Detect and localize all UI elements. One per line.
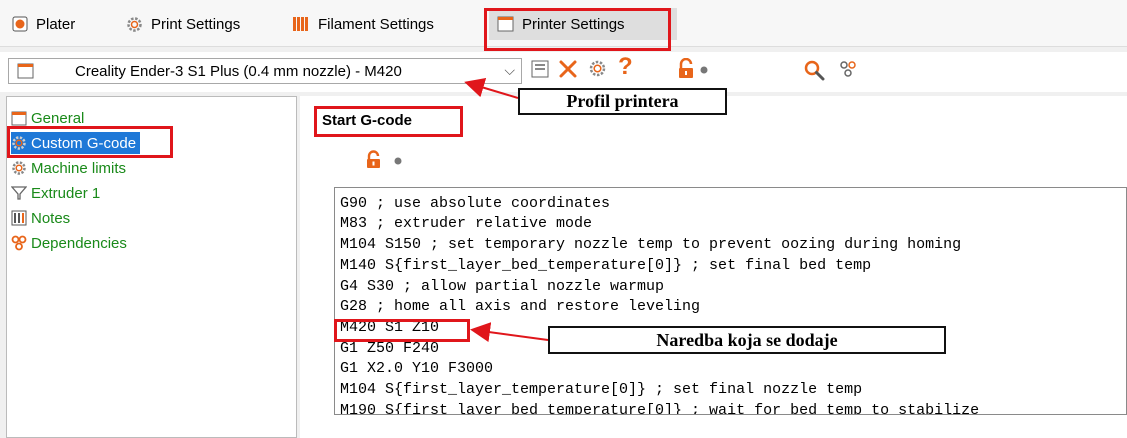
code-line: M140 S{first_layer_bed_temperature[0]} ;…	[340, 257, 872, 274]
code-line: M104 S150 ; set temporary nozzle temp to…	[340, 236, 962, 253]
settings-icon[interactable]	[838, 59, 858, 79]
printer-icon	[11, 111, 27, 126]
code-line: M83 ; extruder relative mode	[340, 215, 593, 232]
code-line: M190 S{first_layer_bed_temperature[0]} ;…	[340, 402, 980, 415]
code-line: G90 ; use absolute coordinates	[340, 195, 611, 212]
gear-icon	[11, 160, 27, 176]
notes-icon	[11, 210, 27, 226]
tab-label: Filament Settings	[318, 15, 434, 33]
start-gcode-highlight	[314, 106, 463, 137]
tab-print-settings[interactable]: Print Settings	[118, 8, 248, 40]
printer-icon	[17, 63, 34, 79]
tree-item-label: Machine limits	[31, 159, 127, 177]
tab-label: Print Settings	[151, 15, 241, 33]
compare-icon[interactable]	[588, 59, 607, 78]
start-gcode-editor[interactable]: G90 ; use absolute coordinates M83 ; ext…	[334, 187, 1127, 415]
code-line: G28 ; home all axis and restore leveling	[340, 298, 701, 315]
printer-preset-select[interactable]: Creality Ender-3 S1 Plus (0.4 mm nozzle)…	[8, 58, 522, 84]
save-icon[interactable]	[531, 60, 549, 78]
tree-item-label: Notes	[31, 209, 71, 227]
dependencies-icon	[11, 235, 27, 251]
funnel-icon	[11, 185, 27, 201]
tab-label: Plater	[36, 15, 76, 33]
help-icon[interactable]: ?	[618, 53, 633, 81]
printer-settings-highlight	[484, 8, 671, 51]
code-line: G1 X2.0 Y10 F3000	[340, 360, 494, 377]
code-line: M104 S{first_layer_temperature[0]} ; set…	[340, 381, 863, 398]
command-callout: Naredba koja se dodaje	[548, 326, 946, 354]
code-line: G4 S30 ; allow partial nozzle warmup	[340, 278, 665, 295]
m420-command-highlight	[334, 319, 470, 342]
print-settings-gear-icon	[126, 16, 143, 33]
dot-icon	[700, 66, 708, 74]
filament-icon	[292, 16, 310, 32]
delete-icon[interactable]	[557, 58, 579, 80]
tree-item-label: Extruder 1	[31, 184, 101, 202]
tree-item-machine-limits[interactable]: Machine limits	[11, 157, 126, 179]
tree-item-label: General	[31, 109, 85, 127]
lock-icon[interactable]	[677, 58, 695, 80]
tree-item-extruder-1[interactable]: Extruder 1	[11, 182, 100, 204]
code-line: G1 Z50 F240	[340, 340, 440, 357]
preset-name: Creality Ender-3 S1 Plus (0.4 mm nozzle)…	[75, 63, 402, 80]
tab-filament-settings[interactable]: Filament Settings	[284, 8, 442, 40]
profile-callout: Profil printera	[518, 88, 727, 115]
lock-icon[interactable]	[365, 150, 382, 170]
dot-icon	[394, 157, 402, 165]
tree-item-notes[interactable]: Notes	[11, 207, 70, 229]
plater-icon	[12, 16, 28, 32]
chevron-down-icon: ⌵	[504, 62, 515, 78]
custom-gcode-highlight	[7, 126, 173, 158]
preset-toolbar: Creality Ender-3 S1 Plus (0.4 mm nozzle)…	[0, 52, 1127, 92]
search-icon[interactable]	[803, 59, 825, 81]
tree-item-label: Dependencies	[31, 234, 127, 252]
tree-item-dependencies[interactable]: Dependencies	[11, 232, 127, 254]
tab-plater[interactable]: Plater	[4, 8, 83, 40]
